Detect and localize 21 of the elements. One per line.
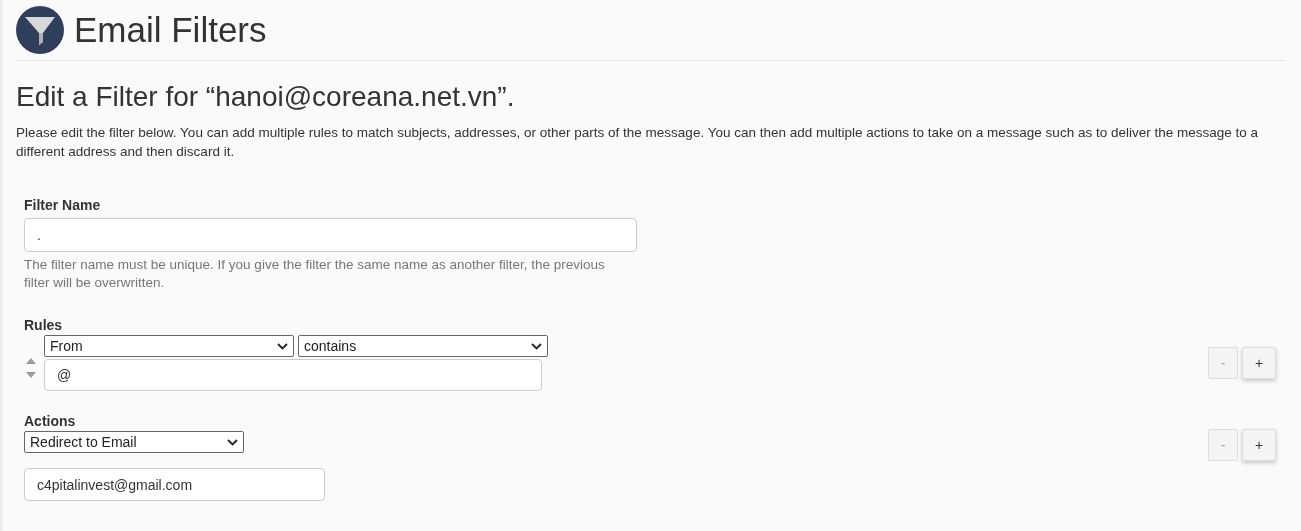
chevron-down-icon [227, 438, 238, 446]
page-title: Email Filters [74, 10, 267, 50]
action-dropdown[interactable]: Redirect to Email [24, 431, 244, 453]
move-down-icon[interactable] [26, 372, 36, 378]
rule-value-field[interactable]: @ [44, 359, 542, 391]
part-dropdown[interactable]: From [44, 335, 294, 357]
chevron-down-icon [531, 342, 542, 350]
section-heading: Edit a Filter for “hanoi@coreana.net.vn”. [16, 81, 516, 113]
move-up-icon[interactable] [26, 358, 36, 364]
add-action-button[interactable]: + [1242, 429, 1276, 461]
field-label: Actions [24, 413, 77, 429]
filter-name-field[interactable]: . [24, 218, 637, 252]
match-dropdown[interactable]: contains [298, 335, 548, 357]
field-label: Filter Name [24, 197, 102, 213]
funnel-icon [16, 6, 64, 54]
chevron-down-icon [277, 342, 288, 350]
add-rule-button[interactable]: + [1242, 347, 1276, 379]
field-label: Rules [24, 317, 64, 333]
help-text: The filter name must be unique. If you give the filter the same name as another filter, the previous filter will be overwritten. [24, 256, 606, 292]
email-field[interactable]: c4pitalinvest@gmail.com [24, 468, 325, 501]
description-text: Please edit the filter below. You can add multiple rules to match subjects, addresses, or other parts of the message. You can then add multiple actions to take on a message such as to deliver the message to a different address and then discard it. [16, 124, 1259, 161]
